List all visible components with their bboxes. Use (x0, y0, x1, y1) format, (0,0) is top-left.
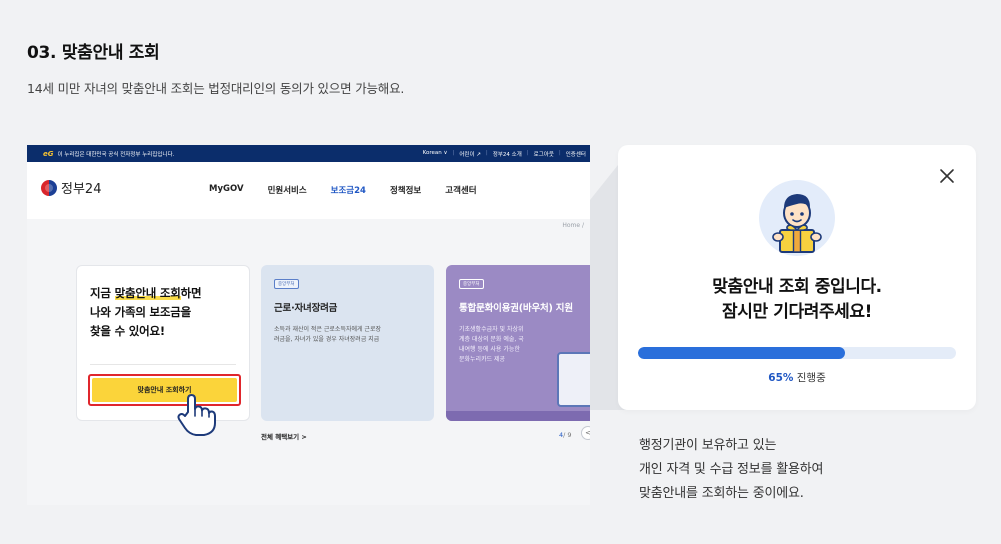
step-title: 03. 맞춤안내 조회 (27, 43, 160, 63)
category-tag: 중앙부처 (459, 279, 484, 289)
egov-logo: eG (43, 149, 54, 158)
modal-title: 맞춤안내 조회 중입니다. 잠시만 기다려주세요! (712, 277, 882, 322)
menu-bar: MyGOV 민원서비스 보조금24 정책정보 고객센터 (209, 184, 477, 196)
benefit-title: 근로·자녀장려금 (274, 303, 338, 314)
logo-text: 정부24 (61, 182, 102, 197)
benefit-text: 기초생활수급자 및 차상위 계층 대상의 문화 예술, 국 내여행 등에 사용 … (459, 326, 524, 363)
divider: | (526, 149, 529, 156)
gov-notice: 이 누리집은 대한민국 공식 전자정부 누리집입니다. (57, 151, 175, 158)
intro-card: 지금 맞춤안내 조회하면 나와 가족의 보조금을 찾을 수 있어요! 맞춤안내 … (76, 265, 250, 421)
cert-center-link[interactable]: 인증센터 (566, 150, 586, 158)
about-link[interactable]: 정부24 소개 (493, 150, 522, 158)
benefit-card[interactable]: 중앙부처 근로·자녀장려금 소득과 재산이 적은 근로소득자에게 근로장 려금을… (261, 265, 434, 421)
pager-prev-button[interactable]: < (581, 426, 590, 440)
menu-item-mygov[interactable]: MyGOV (209, 184, 244, 196)
menu-item-support[interactable]: 고객센터 (445, 184, 476, 196)
card-base (446, 411, 590, 421)
phone-illustration-icon (557, 352, 590, 407)
menu-item-civil-service[interactable]: 민원서비스 (268, 184, 307, 196)
benefit-text: 소득과 재산이 적은 근로소득자에게 근로장 려금을, 자녀가 있을 경우 자녀… (274, 326, 381, 343)
taegeuk-logo-icon (41, 179, 57, 196)
view-all-benefits-link[interactable]: 전체 혜택보기 > (261, 431, 307, 441)
step-description: 14세 미만 자녀의 맞춤안내 조회는 법정대리인의 동의가 있으면 가능해요. (27, 81, 405, 96)
category-tag: 중앙부처 (274, 279, 299, 289)
menu-item-subsidy24[interactable]: 보조금24 (331, 184, 366, 196)
progress-fill (638, 347, 845, 359)
site-logo[interactable]: 정부24 (41, 178, 101, 197)
step-caption: 행정기관이 보유하고 있는 개인 자격 및 수급 정보를 활용하여 맞춤안내를 … (639, 438, 824, 501)
progress-status: 65% 진행중 (618, 370, 976, 385)
main-content: 지금 맞춤안내 조회하면 나와 가족의 보조금을 찾을 수 있어요! 맞춤안내 … (27, 235, 590, 505)
pager-total: / 9 (563, 431, 572, 439)
card-pager: 4/ 9 (559, 431, 572, 439)
top-links: Korean ∨ | 어린이 ↗ | 정부24 소개 | 로그아웃 | 인증센터 (423, 150, 586, 158)
divider: | (452, 149, 455, 156)
progress-bar (638, 347, 956, 359)
breadcrumb: Home / (562, 222, 584, 229)
intro-headline: 지금 맞춤안내 조회하면 나와 가족의 보조금을 찾을 수 있어요! (90, 286, 202, 338)
divider (90, 364, 236, 365)
benefit-title: 통합문화이용권(바우처) 지원 (459, 303, 573, 314)
progress-percent: 65% (768, 372, 794, 384)
person-with-gift-icon (759, 180, 835, 256)
gov-banner: eG 이 누리집은 대한민국 공식 전자정부 누리집입니다. Korean ∨ … (27, 145, 590, 162)
logout-link[interactable]: 로그아웃 (534, 150, 554, 158)
highlighted-text: 맞춤안내 조회 (114, 286, 181, 300)
benefit-card[interactable]: 중앙부처 통합문화이용권(바우처) 지원 기초생활수급자 및 차상위 계층 대상… (446, 265, 590, 421)
progress-suffix: 진행중 (793, 372, 826, 384)
divider: | (558, 149, 561, 156)
kids-link[interactable]: 어린이 ↗ (459, 150, 481, 158)
language-select[interactable]: Korean ∨ (423, 150, 448, 158)
pointer-hand-icon (177, 394, 216, 436)
menu-item-policy[interactable]: 정책정보 (390, 184, 421, 196)
close-icon[interactable] (938, 167, 956, 185)
divider: | (485, 149, 488, 156)
lookup-progress-modal: 맞춤안내 조회 중입니다. 잠시만 기다려주세요! 65% 진행중 (618, 145, 976, 410)
portal-screenshot: eG 이 누리집은 대한민국 공식 전자정부 누리집입니다. Korean ∨ … (27, 145, 590, 505)
main-nav: 정부24 MyGOV 민원서비스 보조금24 정책정보 고객센터 (27, 162, 590, 219)
